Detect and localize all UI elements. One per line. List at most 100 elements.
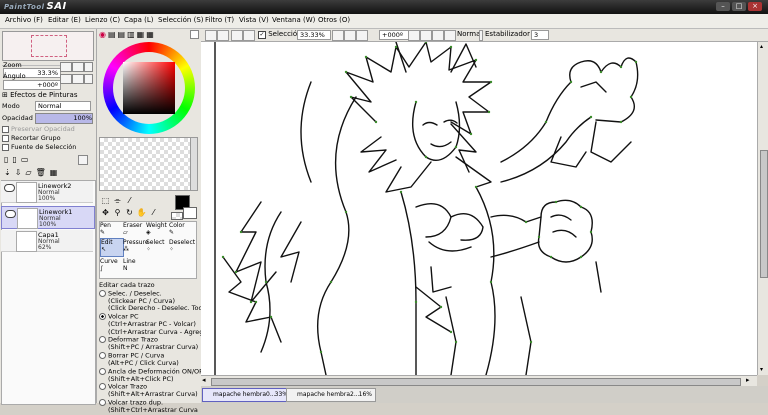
menu-capa[interactable]: Capa (L) [124, 16, 154, 24]
brush-select[interactable]: Select ⁘ [146, 239, 168, 253]
tool-panel: ◉▤▤▥▦▦ ⬚ ⌯ ⁄ ✥ ⚲ ↻ ✋ ⁄ Pen ✎ Eraser ▱ Weig… [96, 29, 202, 414]
menu-vista[interactable]: Vista (V) [239, 16, 269, 24]
merge-down-icon[interactable]: ⇣ [4, 168, 15, 177]
selection-toggle[interactable]: ✓ Selección [258, 30, 302, 39]
scratchpad-tab[interactable]: ▦ [146, 30, 156, 39]
eye-icon[interactable] [4, 184, 15, 192]
menu-editar[interactable]: Editar (E) [48, 16, 81, 24]
rotate-left-button[interactable] [60, 74, 72, 84]
vertical-scrollbar[interactable]: ▴ ▾ [757, 42, 768, 375]
preserve-opacity-checkbox[interactable]: Preservar Opacidad [2, 125, 75, 133]
brush-line[interactable]: Line N [123, 258, 145, 272]
saturation-value-square[interactable] [123, 62, 175, 114]
rotate-right-button[interactable] [72, 74, 84, 84]
trim-button[interactable] [231, 30, 243, 41]
move-icon[interactable]: ✥ [100, 207, 111, 218]
brush-pressure[interactable]: Pressure ⁂ [123, 239, 149, 253]
close-button[interactable]: × [748, 2, 762, 11]
zoom-in-button[interactable] [344, 30, 356, 41]
transparent-color-swatch[interactable] [171, 212, 183, 220]
navigator-viewport[interactable] [31, 35, 67, 57]
drawing-canvas[interactable] [201, 42, 757, 375]
swatches-tab[interactable]: ▥ [127, 30, 137, 39]
rect-select-icon[interactable]: ⬚ [100, 195, 111, 206]
navigator-preview[interactable] [2, 31, 94, 61]
color-panel-toggle[interactable] [190, 30, 199, 39]
doc-tab[interactable]: mapache hembra2... 16% [286, 388, 376, 402]
trash-icon[interactable]: 🗑 [36, 168, 50, 177]
brush-deselect[interactable]: Deselect ⁘ [169, 239, 195, 253]
secondary-color-swatch[interactable] [183, 207, 197, 219]
doc-tab-active[interactable]: mapache hembra0... 33% [202, 388, 292, 402]
scroll-left-icon[interactable]: ◂ [202, 376, 206, 384]
color-wheel[interactable] [103, 42, 195, 134]
menu-ventana[interactable]: Ventana (W) [272, 16, 315, 24]
rgb-slider-tab[interactable]: ▤ [108, 30, 118, 39]
scroll-right-icon[interactable]: ▸ [746, 376, 750, 384]
brush-curve[interactable]: Curve ∫ [100, 258, 122, 272]
flip-button[interactable] [444, 30, 456, 41]
angle-field[interactable]: +000º [3, 80, 61, 90]
scroll-up-icon[interactable]: ▴ [760, 43, 763, 50]
new-linework-icon[interactable]: ▯ [12, 155, 20, 164]
menu-lienzo[interactable]: Lienzo (C) [85, 16, 120, 24]
hand-icon[interactable]: ✋ [136, 207, 147, 218]
zoom-in-button[interactable] [72, 62, 84, 72]
layer-item-active[interactable]: Linework1 Normal 100% [1, 206, 95, 229]
clear-icon[interactable]: ▱ [25, 168, 35, 177]
minimize-button[interactable]: – [716, 2, 730, 11]
brush-pen[interactable]: Pen ✎ [100, 222, 122, 236]
color-wheel-tab[interactable]: ◉ [99, 30, 108, 39]
lasso-icon[interactable]: ⌯ [112, 195, 123, 206]
edit-option-text: (Shift+PC / Arrastrar Curva) [108, 343, 199, 352]
zoom-dropdown[interactable]: 33.33% [297, 30, 331, 40]
blend-mode-select[interactable]: Normal [35, 101, 91, 111]
horizontal-scroll-thumb[interactable] [211, 378, 741, 386]
zoom-reset-button[interactable] [356, 30, 368, 41]
settings-icon[interactable]: ▦ [50, 168, 62, 177]
opacity-slider[interactable]: 100% [35, 113, 93, 124]
edit-option-text: (Alt+PC / Click Curva) [108, 358, 179, 367]
magic-wand-icon[interactable]: ⁄ [124, 195, 135, 206]
zoom-out-button[interactable] [332, 30, 344, 41]
menu-archivo[interactable]: Archivo (F) [5, 16, 43, 24]
brush-edit-selected[interactable]: Edit ↖ [100, 238, 124, 257]
effects-toggle[interactable]: ⊞ Efectos de Pinturas [2, 91, 77, 99]
mixer-tab[interactable]: ▦ [137, 30, 147, 39]
menu-seleccion[interactable]: Selección (S) [158, 16, 204, 24]
color-scratchpad[interactable] [99, 137, 191, 191]
stabilizer-dropdown[interactable]: 3 [531, 30, 549, 40]
layer-item[interactable]: Linework2 Normal 100% [1, 181, 93, 203]
menu-otros[interactable]: Otros (O) [318, 16, 350, 24]
brush-eraser[interactable]: Eraser ▱ [123, 222, 145, 236]
clip-group-checkbox[interactable]: Recortar Grupo [2, 134, 61, 142]
invert-selection-button[interactable] [217, 30, 229, 41]
fill-button[interactable] [243, 30, 255, 41]
zoom-icon[interactable]: ⚲ [112, 207, 123, 218]
deselect-button[interactable] [205, 30, 217, 41]
zoom-out-button[interactable] [60, 62, 72, 72]
eye-icon[interactable] [5, 210, 16, 218]
rotate-icon[interactable]: ↻ [124, 207, 135, 218]
brush-color[interactable]: Color ✎ [169, 222, 191, 236]
layer-buttons-row1: ▯▯▭ [4, 155, 32, 164]
eyedropper-icon[interactable]: ⁄ [148, 207, 159, 218]
rotate-right-button[interactable] [420, 30, 432, 41]
new-folder-icon[interactable]: ▭ [21, 155, 33, 164]
vertical-scroll-thumb[interactable] [760, 150, 768, 278]
hsv-slider-tab[interactable]: ▤ [118, 30, 128, 39]
maximize-button[interactable]: □ [732, 2, 746, 11]
layer-item[interactable]: Capa1 Normal 62% [1, 230, 93, 252]
zoom-reset-button[interactable] [84, 62, 93, 72]
menu-filtro[interactable]: Filtro (T) [205, 16, 234, 24]
scroll-down-icon[interactable]: ▾ [760, 366, 763, 373]
transfer-icon[interactable]: ⇩ [15, 168, 26, 177]
scratchpad-scrollbar[interactable] [190, 137, 198, 191]
brush-weight[interactable]: Weight ◈ [146, 222, 168, 236]
rotate-left-button[interactable] [408, 30, 420, 41]
rotate-reset-button[interactable] [432, 30, 444, 41]
layer-mask-button[interactable] [78, 155, 88, 165]
selection-source-checkbox[interactable]: Fuente de Selección [2, 143, 76, 151]
angle-dropdown[interactable]: +000º [379, 30, 409, 40]
rotate-reset-button[interactable] [84, 74, 93, 84]
